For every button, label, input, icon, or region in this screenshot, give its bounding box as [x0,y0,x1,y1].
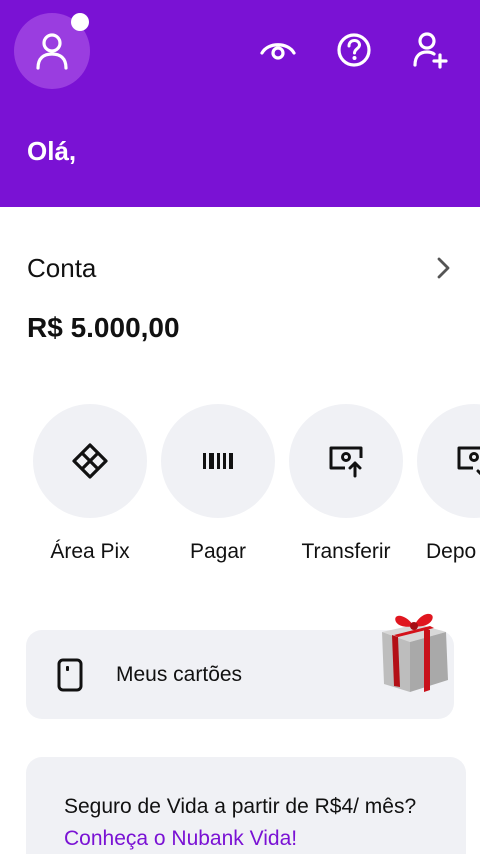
notification-dot [71,13,89,31]
action-label: Depo [426,540,477,563]
action-circle[interactable] [33,404,147,518]
action-circle[interactable] [289,404,403,518]
life-insurance-promo[interactable]: Seguro de Vida a partir de R$4/ mês? Con… [26,757,466,854]
barcode-icon [203,453,233,469]
help-icon [337,33,371,67]
greeting-text: Olá, [27,136,77,166]
deposit-icon [457,446,480,476]
action-circle[interactable] [161,404,275,518]
account-row[interactable]: Conta [27,250,452,286]
pix-icon [72,443,108,479]
promo-link[interactable]: Conheça o Nubank Vida! [64,827,297,850]
gift-box-image[interactable] [374,606,454,694]
add-user-icon [413,32,448,69]
help-button[interactable] [334,30,374,70]
my-cards-label: Meus cartões [116,662,243,686]
account-title: Conta [27,252,97,283]
action-area-pix[interactable]: Área Pix [33,404,147,564]
action-pagar[interactable]: Pagar [161,404,275,564]
invite-friend-button[interactable] [410,30,450,70]
action-label: Área Pix [50,540,130,563]
chevron-right-icon [437,257,450,279]
promo-text: Seguro de Vida a partir de R$4/ mês? [64,795,417,818]
quick-actions: Área Pix Pagar Transferir Depo [0,404,480,584]
action-label: Transferir [301,540,391,563]
action-label: Pagar [189,540,247,563]
action-transferir[interactable]: Transferir [289,404,403,564]
hide-balance-button[interactable] [258,30,298,70]
profile-icon [36,33,68,70]
promo-text-block: Seguro de Vida a partir de R$4/ mês? Con… [64,791,424,854]
eye-icon [260,43,296,60]
transfer-icon [329,446,363,478]
account-balance: R$ 5.000,00 [27,312,180,343]
card-icon [56,657,84,693]
action-depositar[interactable]: Depo [417,404,480,564]
action-circle[interactable] [417,404,480,518]
top-header: Olá, [0,0,480,207]
